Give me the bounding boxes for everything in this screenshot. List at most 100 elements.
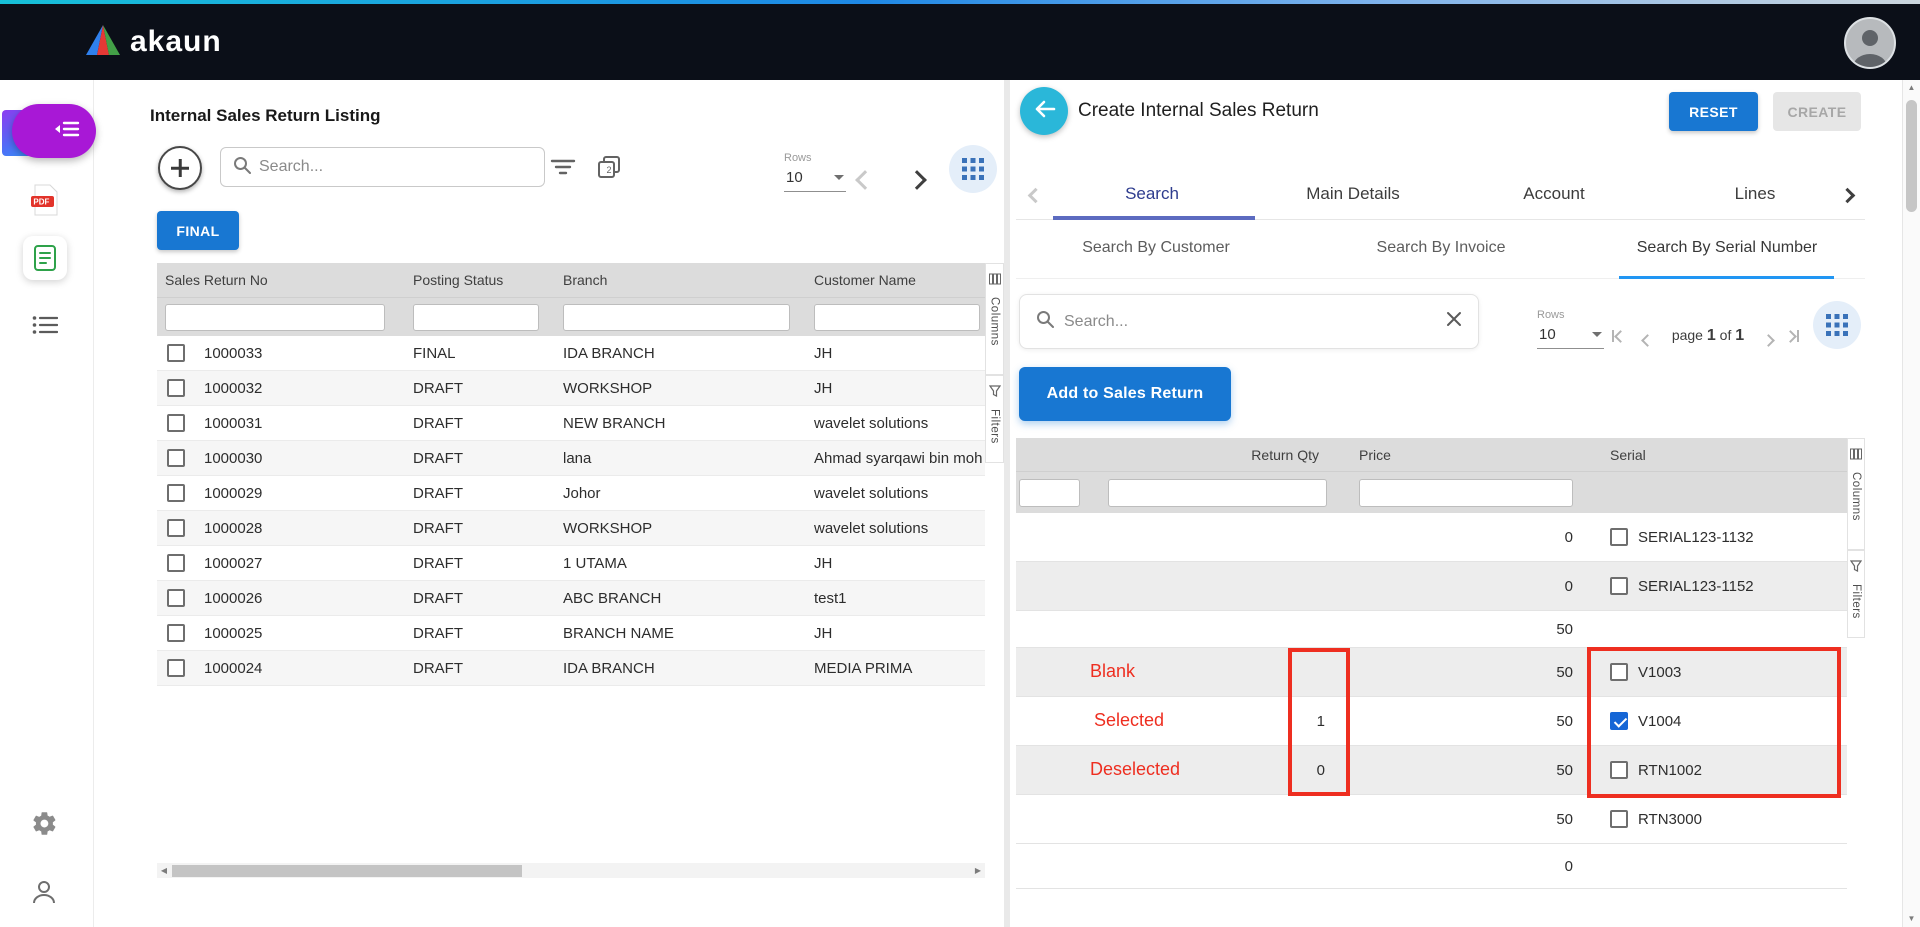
last-page-button[interactable]	[1786, 330, 1799, 342]
vertical-scroll-thumb[interactable]	[1906, 100, 1917, 212]
filter-input-branch[interactable]	[563, 304, 790, 331]
column-header-serial[interactable]: Serial	[1575, 447, 1847, 463]
filter-list-icon[interactable]	[550, 157, 576, 182]
create-button[interactable]: CREATE	[1773, 92, 1861, 131]
row-checkbox[interactable]	[167, 554, 185, 572]
table-row[interactable]: 1000025 DRAFT BRANCH NAME JH	[157, 616, 985, 651]
apps-grid-icon[interactable]	[1813, 301, 1861, 349]
table-row[interactable]: 1000030 DRAFT lana Ahmad syarqawi bin mo…	[157, 441, 985, 476]
table-row[interactable]: 0 SERIAL123-1132	[1016, 513, 1847, 562]
prev-page-button[interactable]	[858, 173, 872, 192]
scroll-right-arrow[interactable]: ▶	[971, 863, 985, 878]
first-page-button[interactable]	[1612, 330, 1625, 342]
next-page-button[interactable]	[910, 173, 924, 192]
row-checkbox[interactable]	[167, 379, 185, 397]
add-new-button[interactable]	[158, 146, 202, 190]
ledger-icon[interactable]	[23, 236, 67, 280]
prev-page-button[interactable]	[1643, 332, 1652, 350]
filters-side-tab[interactable]: Filters	[1847, 550, 1865, 638]
column-header-price[interactable]: Price	[1329, 447, 1575, 463]
table-row[interactable]: 50	[1016, 611, 1847, 648]
profile-icon[interactable]	[31, 879, 57, 910]
serial-search-input[interactable]	[1064, 313, 1436, 331]
scroll-down-arrow[interactable]: ▼	[1903, 911, 1920, 927]
column-header-return-qty[interactable]: Return Qty	[1106, 447, 1329, 463]
apps-grid-icon[interactable]	[949, 145, 997, 193]
search-input[interactable]	[259, 158, 532, 176]
filters-side-tab[interactable]: Filters	[985, 375, 1004, 463]
filter-input-return-qty[interactable]	[1108, 479, 1327, 507]
cell-price: 50	[1329, 762, 1575, 779]
table-row[interactable]: 1000033 FINAL IDA BRANCH JH	[157, 336, 985, 371]
table-row[interactable]: 1000029 DRAFT Johor wavelet solutions	[157, 476, 985, 511]
serial-checkbox[interactable]	[1610, 712, 1628, 730]
table-row[interactable]: 50 V1003	[1016, 648, 1847, 697]
add-to-sales-return-button[interactable]: Add to Sales Return	[1019, 367, 1231, 421]
filter-input-sales-return-no[interactable]	[165, 304, 385, 331]
filter-input-customer-name[interactable]	[814, 304, 980, 331]
serial-checkbox[interactable]	[1610, 810, 1628, 828]
serial-checkbox[interactable]	[1610, 528, 1628, 546]
subtab-search-by-customer[interactable]: Search By Customer	[1082, 239, 1230, 257]
tab-account[interactable]: Account	[1523, 184, 1584, 204]
scroll-left-arrow[interactable]: ◀	[157, 863, 171, 878]
cell-sales-return-no: 1000029	[204, 485, 404, 502]
column-header-sales-return-no[interactable]: Sales Return No	[157, 272, 404, 288]
table-row[interactable]: 1000027 DRAFT 1 UTAMA JH	[157, 546, 985, 581]
reset-button[interactable]: RESET	[1669, 92, 1758, 131]
row-checkbox[interactable]	[167, 414, 185, 432]
row-checkbox[interactable]	[167, 344, 185, 362]
row-checkbox[interactable]	[167, 589, 185, 607]
back-button[interactable]	[1020, 87, 1068, 135]
tabs-scroll-left[interactable]	[1030, 188, 1041, 206]
rows-select[interactable]: 10	[784, 167, 846, 192]
horizontal-scroll-thumb[interactable]	[172, 865, 522, 877]
row-checkbox[interactable]	[167, 519, 185, 537]
table-row[interactable]: 1000032 DRAFT WORKSHOP JH	[157, 371, 985, 406]
subtab-search-by-invoice[interactable]: Search By Invoice	[1377, 239, 1506, 257]
filter-input-posting-status[interactable]	[413, 304, 539, 331]
next-page-button[interactable]	[1764, 332, 1773, 350]
sidebar-toggle-pill[interactable]	[12, 104, 96, 158]
table-row[interactable]: 1000024 DRAFT IDA BRANCH MEDIA PRIMA	[157, 651, 985, 686]
pdf-icon[interactable]: PDF	[30, 184, 60, 221]
column-header-posting-status[interactable]: Posting Status	[404, 272, 557, 288]
tab-lines[interactable]: Lines	[1735, 184, 1776, 204]
horizontal-scrollbar[interactable]: ◀ ▶	[157, 863, 985, 878]
settings-gear-icon[interactable]	[31, 810, 58, 842]
serial-checkbox[interactable]	[1610, 663, 1628, 681]
columns-side-tab[interactable]: Columns	[985, 263, 1004, 375]
list-icon[interactable]	[32, 315, 58, 340]
duplicate-pages-icon[interactable]: 2	[597, 155, 621, 184]
table-row[interactable]: 50 RTN3000	[1016, 795, 1847, 844]
serial-checkbox[interactable]	[1610, 761, 1628, 779]
serial-checkbox[interactable]	[1610, 577, 1628, 595]
row-checkbox[interactable]	[167, 449, 185, 467]
columns-side-tab[interactable]: Columns	[1847, 438, 1865, 550]
rows-select[interactable]: 10	[1537, 324, 1604, 349]
cell-branch: ABC BRANCH	[557, 590, 808, 607]
table-row[interactable]: 0 SERIAL123-1152	[1016, 562, 1847, 611]
cell-customer-name: test1	[808, 590, 985, 607]
cell-sales-return-no: 1000033	[204, 345, 404, 362]
column-header-branch[interactable]: Branch	[557, 272, 808, 288]
row-checkbox[interactable]	[167, 484, 185, 502]
user-avatar[interactable]	[1844, 17, 1896, 69]
tab-main-details[interactable]: Main Details	[1306, 184, 1400, 204]
table-row[interactable]: 1000031 DRAFT NEW BRANCH wavelet solutio…	[157, 406, 985, 441]
filter-input-first[interactable]	[1019, 479, 1080, 507]
tab-search[interactable]: Search	[1125, 184, 1179, 204]
row-checkbox[interactable]	[167, 659, 185, 677]
tabs-scroll-right[interactable]	[1842, 188, 1853, 206]
vertical-scrollbar[interactable]: ▲ ▼	[1902, 80, 1920, 927]
table-row[interactable]: 0	[1016, 844, 1847, 889]
scroll-up-arrow[interactable]: ▲	[1903, 80, 1920, 96]
column-header-customer-name[interactable]: Customer Name	[808, 272, 985, 288]
row-checkbox[interactable]	[167, 624, 185, 642]
filter-input-price[interactable]	[1359, 479, 1573, 507]
subtab-search-by-serial-number[interactable]: Search By Serial Number	[1637, 239, 1818, 257]
clear-search-icon[interactable]	[1446, 311, 1462, 332]
final-filter-chip[interactable]: FINAL	[157, 211, 239, 250]
table-row[interactable]: 1000026 DRAFT ABC BRANCH test1	[157, 581, 985, 616]
table-row[interactable]: 1000028 DRAFT WORKSHOP wavelet solutions	[157, 511, 985, 546]
